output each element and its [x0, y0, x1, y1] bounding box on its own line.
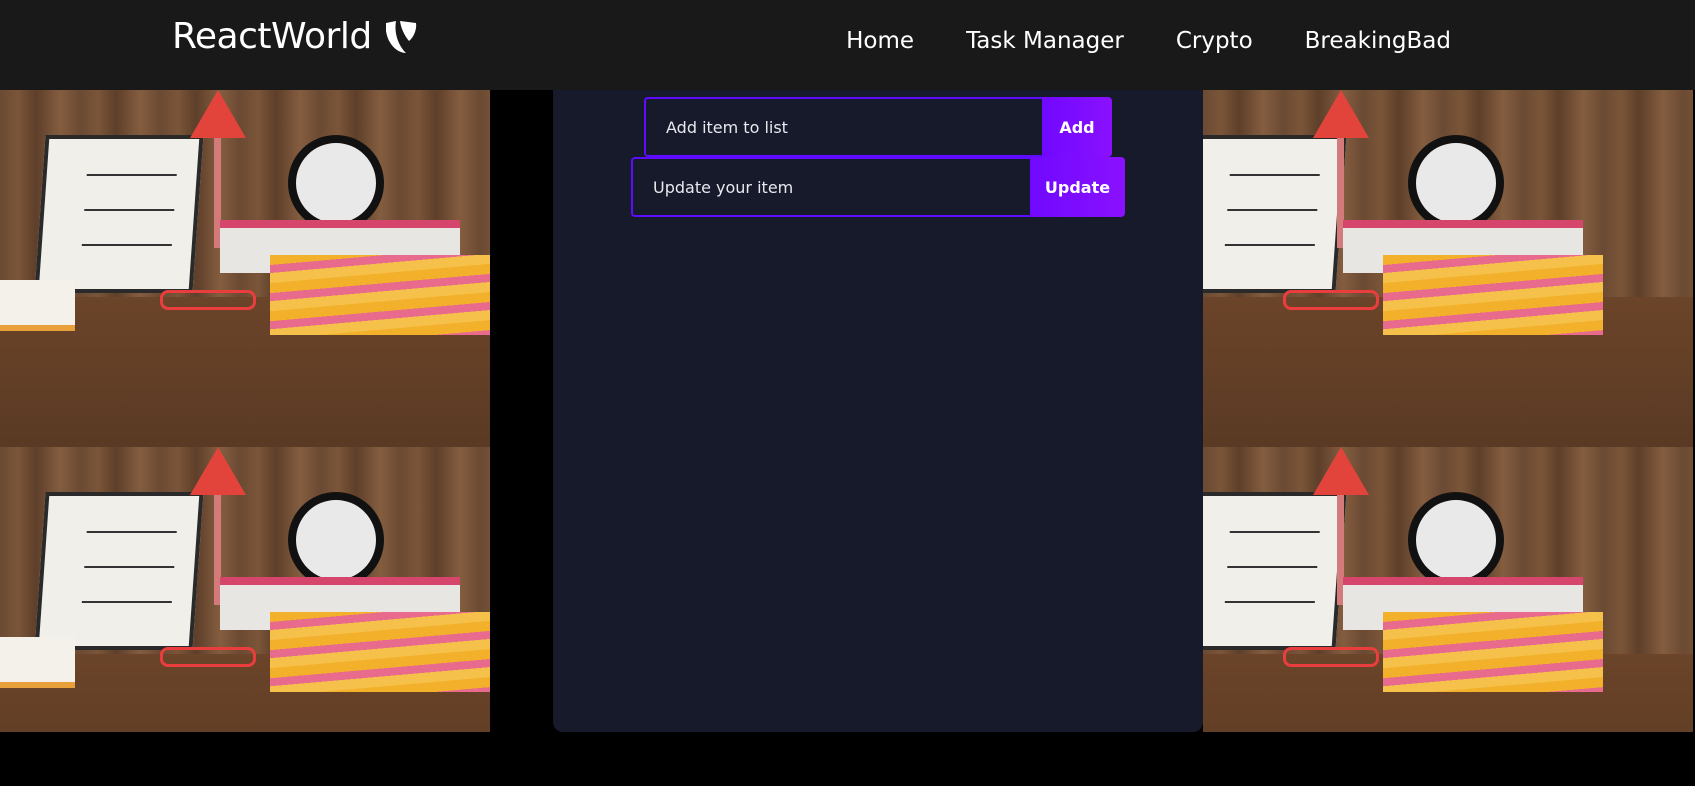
add-button[interactable]: Add: [1042, 97, 1112, 157]
update-item-form: Update: [631, 157, 1125, 217]
nav-link-breakingbad[interactable]: BreakingBad: [1305, 24, 1451, 58]
add-item-input[interactable]: [644, 97, 1042, 157]
brand-link[interactable]: ReactWorld: [172, 16, 418, 57]
desk-photo-tile: [1177, 90, 1693, 447]
add-item-form: Add: [644, 97, 1112, 157]
nav-links: Home Task Manager Crypto BreakingBad: [846, 24, 1451, 58]
brand-name: ReactWorld: [172, 16, 372, 57]
navbar: ReactWorld Home Task Manager Crypto Brea…: [0, 0, 1695, 90]
nav-link-home[interactable]: Home: [846, 24, 914, 58]
desk-photo-tile: [1177, 447, 1693, 732]
nav-link-task-manager[interactable]: Task Manager: [966, 24, 1124, 58]
desk-photo-tile: [0, 90, 490, 447]
typo3-icon: [385, 20, 416, 53]
update-item-input[interactable]: [631, 157, 1030, 217]
update-button[interactable]: Update: [1030, 157, 1125, 217]
desk-photo-tile: [0, 447, 490, 732]
nav-link-crypto[interactable]: Crypto: [1176, 24, 1253, 58]
